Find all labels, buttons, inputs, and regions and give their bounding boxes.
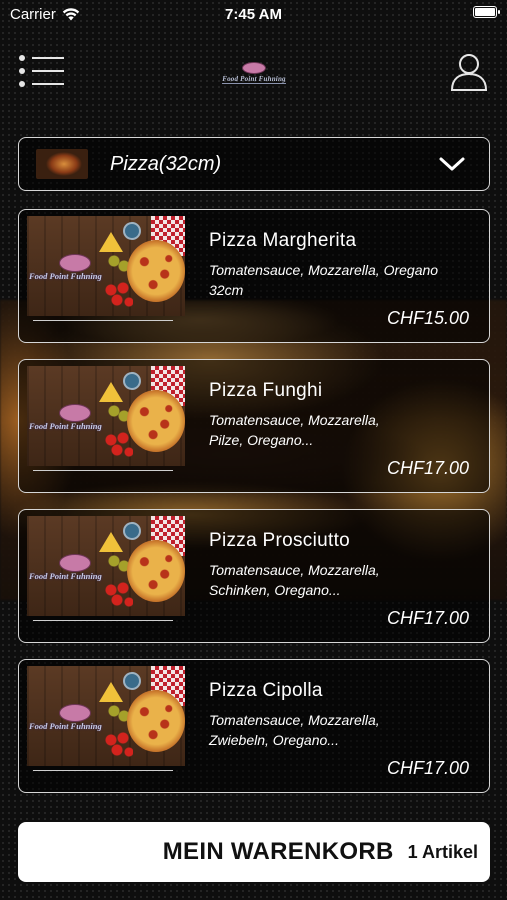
image-underline: [33, 320, 173, 321]
image-underline: [33, 470, 173, 471]
tomatoes-graphic: [105, 432, 133, 460]
logo-text: Food Point Fuhning: [222, 75, 286, 84]
tomatoes-graphic: [105, 582, 133, 610]
cheese-graphic: [99, 532, 123, 552]
product-image: Food Point Fuhning: [27, 366, 185, 466]
image-logo-badge: [59, 704, 91, 722]
cheese-graphic: [99, 232, 123, 252]
product-card-cipolla[interactable]: Food Point Fuhning Pizza Cipolla Tomaten…: [18, 659, 490, 793]
image-logo-text: Food Point Fuhning: [29, 271, 102, 281]
cart-label: MEIN WARENKORB: [162, 838, 394, 865]
pizza-cutter-graphic: [123, 372, 141, 390]
product-price: CHF17.00: [386, 458, 469, 478]
tomatoes-graphic: [105, 282, 133, 310]
cheese-graphic: [99, 382, 123, 402]
product-card-funghi[interactable]: Food Point Fuhning Pizza Funghi Tomatens…: [18, 359, 490, 493]
battery-level: [475, 8, 495, 16]
product-card-prosciutto[interactable]: Food Point Fuhning Pizza Prosciutto Toma…: [18, 509, 490, 643]
description-line: 32cm: [209, 282, 244, 298]
pizza-cutter-graphic: [123, 672, 141, 690]
image-logo-text: Food Point Fuhning: [29, 571, 102, 581]
product-name: Pizza Funghi: [209, 380, 323, 401]
category-label: Pizza(32cm): [110, 152, 222, 175]
status-bar: Carrier 7:45 AM: [0, 0, 507, 28]
cart-item-count: 1 Artikel: [407, 841, 478, 862]
image-logo-text: Food Point Fuhning: [29, 721, 102, 731]
status-time: 7:45 AM: [225, 6, 282, 23]
description-line: Tomatensauce, Mozzarella,: [209, 562, 380, 578]
cheese-graphic: [99, 682, 123, 702]
chevron-down-icon: [439, 157, 465, 171]
image-logo-badge: [59, 254, 91, 272]
tomatoes-graphic: [105, 732, 133, 760]
pizza-cutter-graphic: [123, 222, 141, 240]
product-name: Pizza Cipolla: [209, 680, 323, 701]
category-thumbnail: [36, 149, 88, 179]
description-line: Tomatensauce, Mozzarella, Oregano: [209, 262, 439, 278]
product-price: CHF15.00: [386, 308, 469, 328]
description-line: Schinken, Oregano...: [209, 582, 341, 598]
cart-button[interactable]: MEIN WARENKORB 1 Artikel: [18, 822, 490, 882]
product-image: Food Point Fuhning: [27, 666, 185, 766]
user-icon[interactable]: [450, 52, 488, 92]
image-logo-text: Food Point Fuhning: [29, 421, 102, 431]
product-description: Tomatensauce, Mozzarella, Pilze, Oregano…: [209, 410, 471, 450]
product-image: Food Point Fuhning: [27, 216, 185, 316]
product-price: CHF17.00: [386, 608, 469, 628]
image-underline: [33, 620, 173, 621]
image-logo-badge: [59, 404, 91, 422]
product-image: Food Point Fuhning: [27, 516, 185, 616]
product-card-margherita[interactable]: Food Point Fuhning Pizza Margherita Toma…: [18, 209, 490, 343]
description-line: Pilze, Oregano...: [209, 432, 314, 448]
category-dropdown[interactable]: Pizza(32cm): [18, 137, 490, 191]
battery-icon: [473, 6, 500, 18]
description-line: Tomatensauce, Mozzarella,: [209, 412, 380, 428]
product-description: Tomatensauce, Mozzarella, Zwiebeln, Oreg…: [209, 710, 471, 750]
description-line: Zwiebeln, Oregano...: [209, 732, 339, 748]
product-description: Tomatensauce, Mozzarella, Schinken, Oreg…: [209, 560, 471, 600]
image-logo-badge: [59, 554, 91, 572]
app-logo: Food Point Fuhning: [209, 62, 299, 84]
product-description: Tomatensauce, Mozzarella, Oregano 32cm: [209, 260, 471, 300]
product-price: CHF17.00: [386, 758, 469, 778]
product-name: Pizza Margherita: [209, 230, 357, 251]
menu-icon[interactable]: [18, 54, 66, 88]
logo-badge: [242, 62, 266, 74]
product-name: Pizza Prosciutto: [209, 530, 351, 551]
image-underline: [33, 770, 173, 771]
description-line: Tomatensauce, Mozzarella,: [209, 712, 380, 728]
pizza-cutter-graphic: [123, 522, 141, 540]
